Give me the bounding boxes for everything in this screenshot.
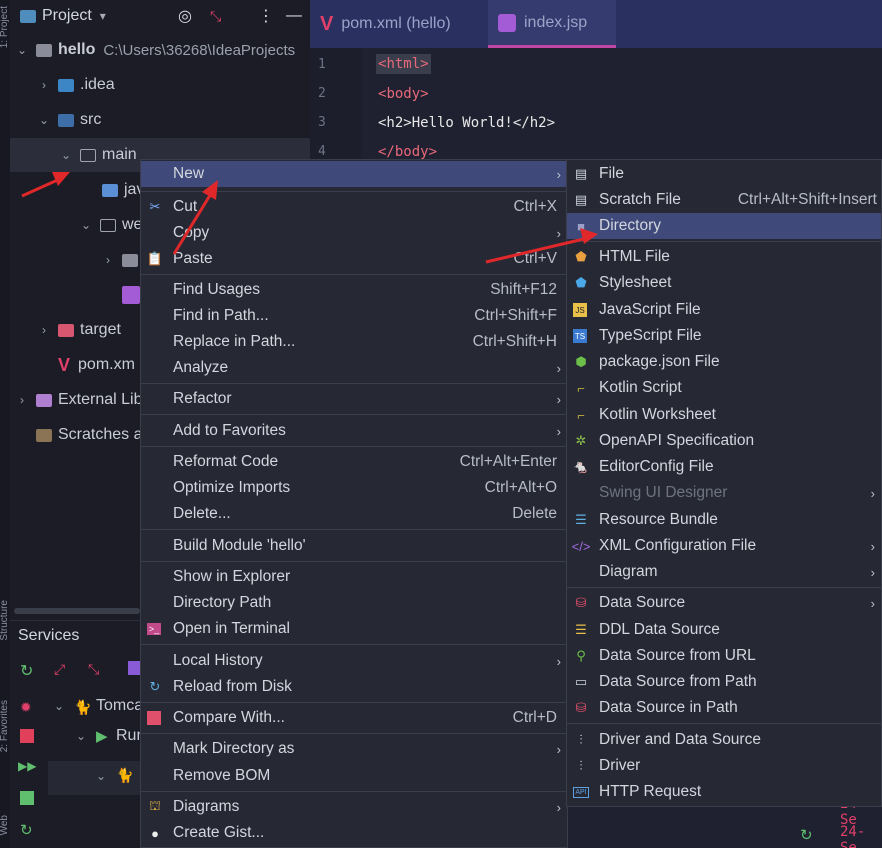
annotation-arrow-directory	[485, 228, 598, 264]
annotation-arrow-new	[172, 180, 218, 255]
annotation-arrow-main	[21, 172, 70, 198]
annotation-arrows	[21, 172, 598, 264]
